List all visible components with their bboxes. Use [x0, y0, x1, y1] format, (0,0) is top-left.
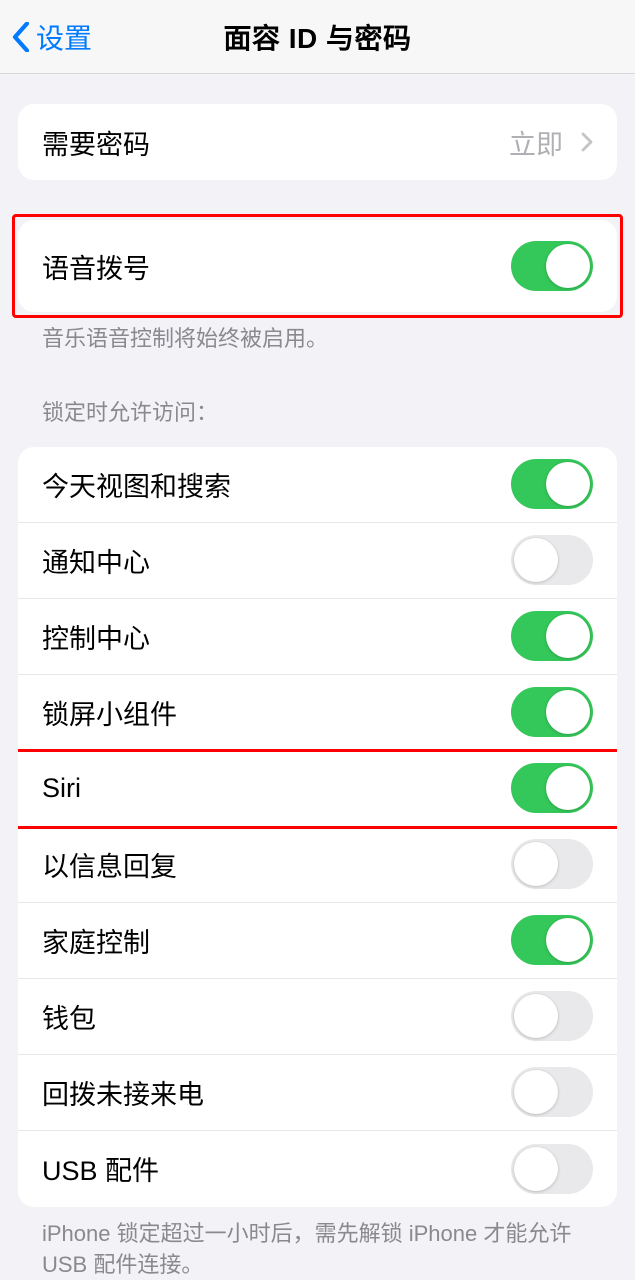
voice-dial-label: 语音拨号 — [42, 247, 511, 286]
highlight-siri-wrapper: Siri — [18, 751, 617, 827]
lock-access-row: 通知中心 — [18, 523, 617, 599]
lock-access-toggle[interactable] — [511, 459, 593, 509]
lock-access-footer: iPhone 锁定超过一小时后，需先解锁 iPhone 才能允许 USB 配件连… — [18, 1207, 617, 1280]
group-require-passcode: 需要密码 立即 — [18, 104, 617, 180]
lock-access-row: 回拨未接来电 — [18, 1055, 617, 1131]
group-voice-dial: 语音拨号 — [18, 220, 617, 312]
toggle-knob — [546, 918, 590, 962]
chevron-right-icon — [581, 132, 593, 152]
lock-access-toggle[interactable] — [511, 763, 593, 813]
lock-access-label: 控制中心 — [42, 617, 511, 656]
lock-access-row: 锁屏小组件 — [18, 675, 617, 751]
lock-access-label: 今天视图和搜索 — [42, 465, 511, 504]
row-require-passcode[interactable]: 需要密码 立即 — [18, 104, 617, 180]
toggle-knob — [546, 244, 590, 288]
lock-access-toggle[interactable] — [511, 1144, 593, 1194]
lock-access-label: 以信息回复 — [42, 845, 511, 884]
lock-access-toggle[interactable] — [511, 839, 593, 889]
lock-access-toggle[interactable] — [511, 991, 593, 1041]
toggle-knob — [546, 614, 590, 658]
lock-access-row: 钱包 — [18, 979, 617, 1055]
lock-access-label: 家庭控制 — [42, 921, 511, 960]
toggle-knob — [546, 462, 590, 506]
toggle-knob — [546, 766, 590, 810]
voice-dial-toggle[interactable] — [511, 241, 593, 291]
lock-access-label: USB 配件 — [42, 1149, 511, 1188]
lock-access-label: 钱包 — [42, 997, 511, 1036]
group-voice-dial-wrapper: 语音拨号 — [18, 220, 617, 312]
back-label: 设置 — [36, 17, 92, 57]
lock-access-label: 通知中心 — [42, 541, 511, 580]
require-passcode-value: 立即 — [509, 123, 563, 162]
lock-access-toggle[interactable] — [511, 535, 593, 585]
lock-access-label: 回拨未接来电 — [42, 1073, 511, 1112]
navbar: 设置 面容 ID 与密码 — [0, 0, 635, 74]
lock-access-row: Siri — [18, 751, 617, 827]
lock-access-row: 控制中心 — [18, 599, 617, 675]
toggle-knob — [514, 1070, 558, 1114]
toggle-knob — [514, 994, 558, 1038]
lock-access-toggle[interactable] — [511, 1067, 593, 1117]
content: 需要密码 立即 语音拨号 音乐语音控制将始终被启用。 锁定时允许访问： 今天视图… — [0, 104, 635, 1280]
require-passcode-label: 需要密码 — [42, 123, 509, 162]
toggle-knob — [514, 842, 558, 886]
back-button[interactable]: 设置 — [0, 17, 92, 57]
lock-access-row: 今天视图和搜索 — [18, 447, 617, 523]
lock-access-toggle[interactable] — [511, 915, 593, 965]
chevron-left-icon — [12, 22, 30, 52]
lock-access-toggle[interactable] — [511, 611, 593, 661]
toggle-knob — [514, 538, 558, 582]
lock-access-toggle[interactable] — [511, 687, 593, 737]
group-lock-access: 今天视图和搜索通知中心控制中心锁屏小组件 Siri 以信息回复家庭控制钱包回拨未接来… — [18, 447, 617, 1207]
toggle-knob — [546, 690, 590, 734]
lock-access-row: 家庭控制 — [18, 903, 617, 979]
row-voice-dial: 语音拨号 — [18, 220, 617, 312]
lock-access-row: 以信息回复 — [18, 827, 617, 903]
lock-access-label: 锁屏小组件 — [42, 693, 511, 732]
voice-dial-footer: 音乐语音控制将始终被启用。 — [18, 312, 617, 355]
lock-access-row: USB 配件 — [18, 1131, 617, 1207]
lock-access-header: 锁定时允许访问： — [18, 355, 617, 437]
toggle-knob — [514, 1147, 558, 1191]
page-title: 面容 ID 与密码 — [223, 17, 411, 57]
lock-access-label: Siri — [42, 773, 511, 804]
